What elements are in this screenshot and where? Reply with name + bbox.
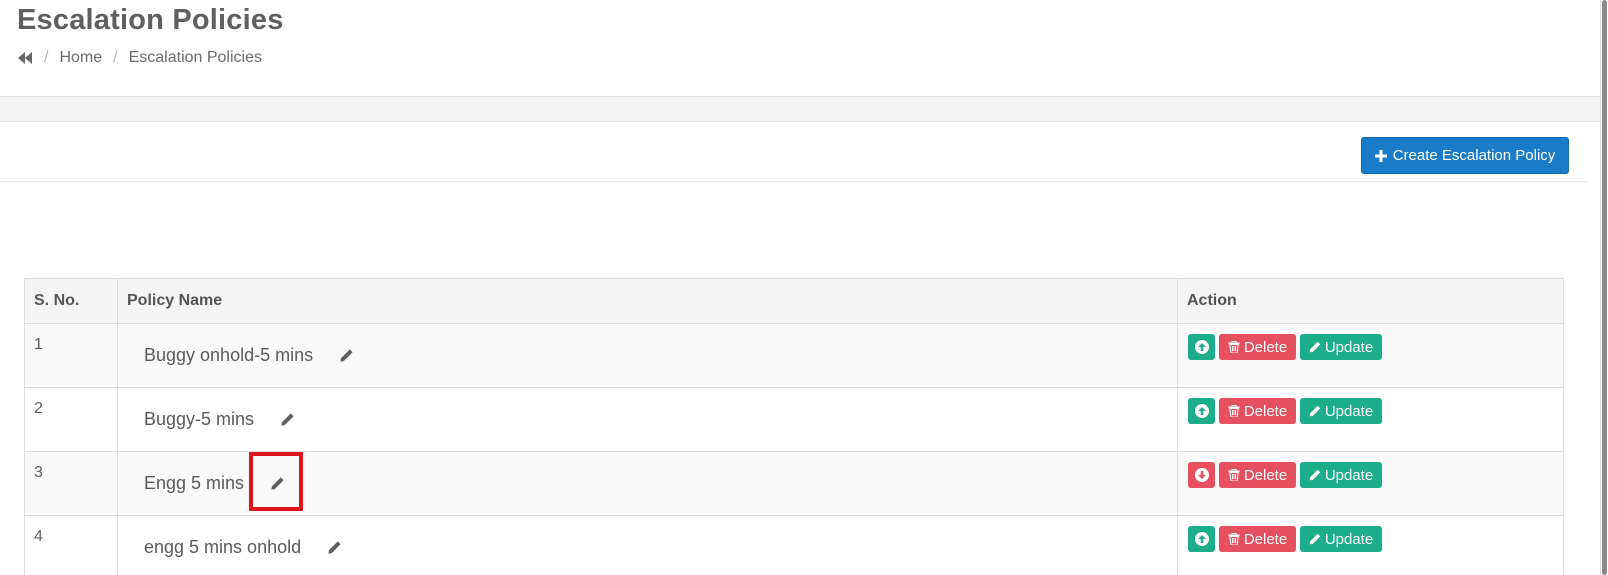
breadcrumb: / Home / Escalation Policies <box>17 49 262 67</box>
policies-table: S. No. Policy Name Action 1 Buggy onhold… <box>24 278 1564 575</box>
create-escalation-policy-button[interactable]: Create Escalation Policy <box>1361 137 1569 174</box>
pencil-icon <box>1309 533 1321 545</box>
pencil-icon <box>1309 341 1321 353</box>
section-divider <box>0 96 1600 122</box>
edit-name-pencil-icon[interactable] <box>337 347 355 365</box>
trash-icon <box>1228 405 1240 417</box>
arrow-circle-up-icon <box>1194 340 1209 354</box>
delete-button[interactable]: Delete <box>1219 526 1296 552</box>
double-chevron-left-icon[interactable] <box>17 51 33 65</box>
update-button[interactable]: Update <box>1300 462 1382 488</box>
table-row: 4 engg 5 mins onhold Delete Update <box>24 515 1564 575</box>
toggle-up-button[interactable] <box>1188 334 1215 360</box>
policy-name: Engg 5 mins <box>144 473 245 493</box>
pencil-icon <box>1309 469 1321 481</box>
toolbar: Create Escalation Policy <box>0 122 1588 182</box>
arrow-circle-down-icon <box>1194 468 1209 482</box>
policy-name: Buggy onhold-5 mins <box>144 345 314 365</box>
scrollbar-thumb[interactable] <box>1602 0 1607 575</box>
delete-label: Delete <box>1243 530 1288 548</box>
policy-name: Buggy-5 mins <box>144 409 255 429</box>
update-label: Update <box>1324 530 1374 548</box>
pencil-icon <box>1309 405 1321 417</box>
column-header-action: Action <box>1177 278 1564 324</box>
breadcrumb-current: Escalation Policies <box>128 49 262 66</box>
page-header: Escalation Policies / Home / Escalation … <box>0 0 1600 96</box>
delete-button[interactable]: Delete <box>1219 462 1296 488</box>
row-sno: 2 <box>24 387 118 452</box>
update-button[interactable]: Update <box>1300 334 1382 360</box>
toggle-down-button[interactable] <box>1188 462 1215 488</box>
column-header-policy-name: Policy Name <box>117 278 1178 324</box>
delete-label: Delete <box>1243 338 1288 356</box>
table-row: 3 Engg 5 mins Delete Update <box>24 451 1564 516</box>
table-header-row: S. No. Policy Name Action <box>24 278 1564 324</box>
row-sno: 4 <box>24 515 118 575</box>
trash-icon <box>1228 469 1240 481</box>
update-label: Update <box>1324 466 1374 484</box>
plus-icon <box>1374 149 1387 162</box>
table-row: 1 Buggy onhold-5 mins Delete Update <box>24 323 1564 388</box>
edit-name-pencil-icon[interactable] <box>325 539 343 557</box>
delete-label: Delete <box>1243 466 1288 484</box>
breadcrumb-separator: / <box>44 49 49 66</box>
update-label: Update <box>1324 402 1374 420</box>
toggle-up-button[interactable] <box>1188 398 1215 424</box>
vertical-scrollbar[interactable] <box>1600 0 1608 575</box>
arrow-circle-up-icon <box>1194 404 1209 418</box>
arrow-circle-up-icon <box>1194 532 1209 546</box>
policy-name: engg 5 mins onhold <box>144 537 302 557</box>
page-title: Escalation Policies <box>17 4 284 36</box>
edit-name-pencil-icon[interactable] <box>278 411 296 429</box>
update-button[interactable]: Update <box>1300 526 1382 552</box>
column-header-sno: S. No. <box>24 278 118 324</box>
delete-label: Delete <box>1243 402 1288 420</box>
row-sno: 3 <box>24 451 118 516</box>
row-sno: 1 <box>24 323 118 388</box>
breadcrumb-home-link[interactable]: Home <box>59 49 102 67</box>
edit-name-pencil-icon[interactable] <box>268 475 286 493</box>
table-row: 2 Buggy-5 mins Delete Update <box>24 387 1564 452</box>
trash-icon <box>1228 533 1240 545</box>
toggle-up-button[interactable] <box>1188 526 1215 552</box>
delete-button[interactable]: Delete <box>1219 334 1296 360</box>
breadcrumb-separator: / <box>113 49 118 66</box>
update-label: Update <box>1324 338 1374 356</box>
delete-button[interactable]: Delete <box>1219 398 1296 424</box>
trash-icon <box>1228 341 1240 353</box>
create-button-label: Create Escalation Policy <box>1392 147 1556 164</box>
update-button[interactable]: Update <box>1300 398 1382 424</box>
